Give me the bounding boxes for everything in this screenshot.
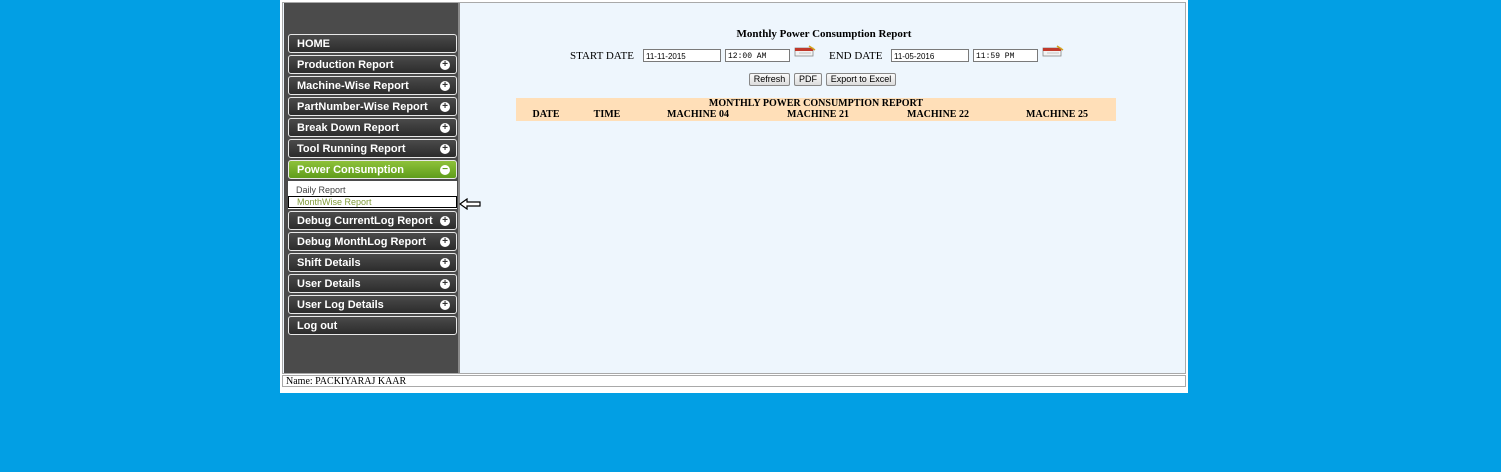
sidebar-item-label: Log out xyxy=(297,320,338,332)
plus-circle-icon: + xyxy=(440,258,450,268)
sidebar-menu: HOME Production Report + Machine-Wise Rep… xyxy=(288,34,457,337)
plus-circle-icon: + xyxy=(440,81,450,91)
sidebar: HOME Production Report + Machine-Wise Rep… xyxy=(284,3,460,373)
plus-circle-icon: + xyxy=(440,60,450,70)
export-excel-button[interactable]: Export to Excel xyxy=(826,73,896,86)
start-date-label: START DATE xyxy=(570,50,634,62)
power-consumption-submenu: Daily Report MonthWise Report xyxy=(288,181,457,209)
left-arrow-icon xyxy=(459,198,481,210)
plus-circle-icon: + xyxy=(440,216,450,226)
sidebar-item-label: User Log Details xyxy=(297,299,384,311)
sidebar-item-user-log-details[interactable]: User Log Details + xyxy=(288,295,457,314)
column-header-machine-25: MACHINE 25 xyxy=(1026,109,1088,120)
report-table: MONTHLY POWER CONSUMPTION REPORT DATE TI… xyxy=(516,98,1116,121)
sidebar-item-label: Production Report xyxy=(297,59,394,71)
sidebar-item-label: Debug CurrentLog Report xyxy=(297,215,433,227)
start-time-input[interactable]: 12:00 AM xyxy=(725,49,790,62)
sidebar-item-label: HOME xyxy=(297,38,330,50)
sidebar-item-debug-currentlog-report[interactable]: Debug CurrentLog Report + xyxy=(288,211,457,230)
plus-circle-icon: + xyxy=(440,102,450,112)
sidebar-item-home[interactable]: HOME xyxy=(288,34,457,53)
sidebar-item-label: Break Down Report xyxy=(297,122,400,134)
sidebar-item-label: Power Consumption xyxy=(297,164,404,176)
sidebar-item-production-report[interactable]: Production Report + xyxy=(288,55,457,74)
column-header-machine-04: MACHINE 04 xyxy=(667,109,729,120)
calendar-icon[interactable] xyxy=(1042,45,1064,58)
start-date-input[interactable]: 11-11-2015 xyxy=(643,49,721,62)
sidebar-item-power-consumption[interactable]: Power Consumption − xyxy=(288,160,457,179)
end-date-input[interactable]: 11-05-2016 xyxy=(891,49,969,62)
plus-circle-icon: + xyxy=(440,279,450,289)
column-header-machine-22: MACHINE 22 xyxy=(907,109,969,120)
sidebar-item-debug-monthlog-report[interactable]: Debug MonthLog Report + xyxy=(288,232,457,251)
main-content: Monthly Power Consumption Report START D… xyxy=(463,3,1185,373)
table-header-row: DATE TIME MACHINE 04 MACHINE 21 MACHINE … xyxy=(516,109,1116,121)
sidebar-item-machine-wise-report[interactable]: Machine-Wise Report + xyxy=(288,76,457,95)
sidebar-item-break-down-report[interactable]: Break Down Report + xyxy=(288,118,457,137)
sidebar-item-partnumber-wise-report[interactable]: PartNumber-Wise Report + xyxy=(288,97,457,116)
sidebar-item-label: Shift Details xyxy=(297,257,361,269)
submenu-item-monthwise-report[interactable]: MonthWise Report xyxy=(288,196,457,208)
minus-circle-icon: − xyxy=(440,165,450,175)
sidebar-item-log-out[interactable]: Log out xyxy=(288,316,457,335)
sidebar-item-label: User Details xyxy=(297,278,361,290)
plus-circle-icon: + xyxy=(440,237,450,247)
column-header-machine-21: MACHINE 21 xyxy=(787,109,849,120)
plus-circle-icon: + xyxy=(440,300,450,310)
plus-circle-icon: + xyxy=(440,123,450,133)
plus-circle-icon: + xyxy=(440,144,450,154)
refresh-button[interactable]: Refresh xyxy=(749,73,790,86)
sidebar-item-shift-details[interactable]: Shift Details + xyxy=(288,253,457,272)
calendar-icon[interactable] xyxy=(794,45,816,58)
footer-user-name: Name: PACKIYARAJ KAAR xyxy=(282,375,1186,387)
pdf-button[interactable]: PDF xyxy=(794,73,822,86)
sidebar-item-tool-running-report[interactable]: Tool Running Report + xyxy=(288,139,457,158)
column-header-date: DATE xyxy=(532,109,560,120)
page-title: Monthly Power Consumption Report xyxy=(736,28,912,40)
table-caption: MONTHLY POWER CONSUMPTION REPORT xyxy=(708,98,924,109)
content-frame: HOME Production Report + Machine-Wise Rep… xyxy=(282,2,1186,374)
sidebar-item-label: Tool Running Report xyxy=(297,143,406,155)
sidebar-item-label: Machine-Wise Report xyxy=(297,80,409,92)
end-time-input[interactable]: 11:59 PM xyxy=(973,49,1038,62)
end-date-label: END DATE xyxy=(829,50,883,62)
sidebar-item-user-details[interactable]: User Details + xyxy=(288,274,457,293)
column-header-time: TIME xyxy=(593,109,621,120)
app-frame: HOME Production Report + Machine-Wise Rep… xyxy=(280,0,1188,393)
submenu-item-daily-report[interactable]: Daily Report xyxy=(288,184,457,196)
sidebar-item-label: PartNumber-Wise Report xyxy=(297,101,428,113)
sidebar-item-label: Debug MonthLog Report xyxy=(297,236,426,248)
